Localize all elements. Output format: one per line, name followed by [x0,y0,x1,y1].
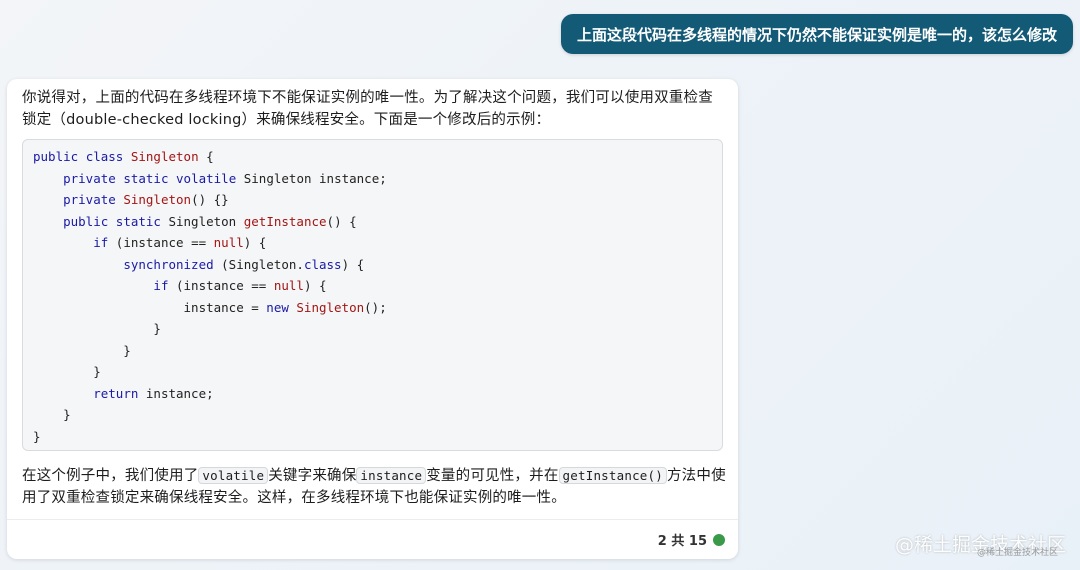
code-line: public static Singleton getInstance() { [63,213,357,229]
page-counter: 2 共 15 [657,534,707,549]
user-message-text: 上面这段代码在多线程的情况下仍然不能保证实例是唯一的，该怎么修改 [576,25,1057,44]
code-line: private Singleton() {} [63,192,229,207]
code-line: } [33,342,131,358]
code-line: synchronized (Singleton.class) { [123,256,365,272]
code-line: return instance; [93,385,214,401]
reply-intro-text: 你说得对，上面的代码在多线程环境下不能保证实例的唯一性。为了解决这个问题，我们可… [22,90,713,128]
watermark-subtext: @稀土掘金技术社区 [976,548,1058,558]
card-divider [7,519,738,520]
code-line: } [33,428,41,444]
outro-part-2: 关键字来确保 [268,468,357,484]
user-message-bubble: 上面这段代码在多线程的情况下仍然不能保证实例是唯一的，该怎么修改 [560,14,1073,54]
code-line: private static volatile Singleton instan… [63,170,387,186]
reply-footer: 2 共 15 [658,530,725,549]
inline-code-volatile: volatile [198,467,269,484]
outro-part-3: 变量的可见性，并在 [426,468,559,484]
code-line: if (instance == null) { [93,235,267,250]
code-line: } [33,407,71,422]
reply-outro-text: 在这个例子中，我们使用了 volatile 关键字来确保 instance 变量的可见性… [22,465,727,509]
inline-code-instance: instance [356,467,427,484]
code-line: } [33,364,101,379]
inline-code-getinstance: getInstance() [558,467,667,484]
code-line: if (instance == null) { [153,278,327,293]
status-dot-icon [713,533,725,546]
code-block[interactable]: public class Singleton { private static … [22,139,723,451]
code-line: instance = new Singleton(); [33,299,387,315]
code-line: } [33,321,161,336]
code-line: public class Singleton { [33,149,214,164]
assistant-reply-card: 你说得对，上面的代码在多线程环境下不能保证实例的唯一性。为了解决这个问题，我们可… [7,79,738,559]
outro-part-1: 在这个例子中，我们使用了 [22,468,199,484]
